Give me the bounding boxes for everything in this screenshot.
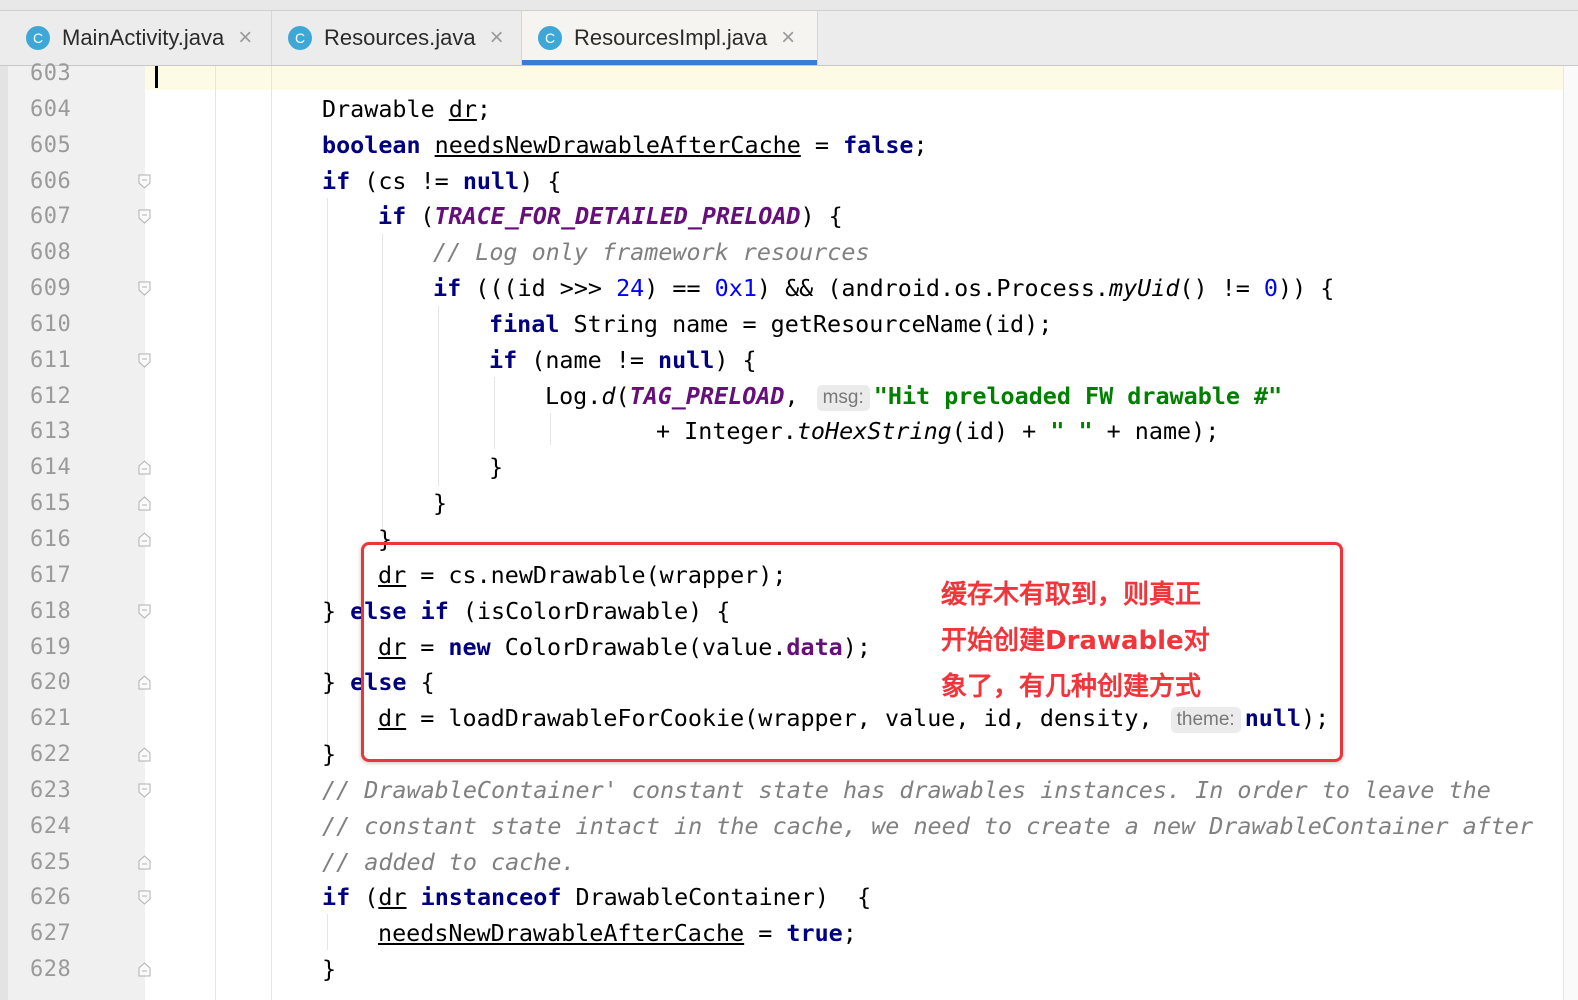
code-line: 605 boolean needsNewDrawableAfterCache =… (0, 128, 1563, 164)
line-number: 628 (30, 957, 72, 983)
line-number: 618 (30, 598, 72, 624)
fold-open-icon[interactable] (138, 890, 151, 906)
code-text: if (((id >>> 24) == 0x1) && (android.os.… (433, 274, 1335, 303)
fold-close-icon[interactable] (138, 854, 151, 870)
code-text: if (cs != null) { (322, 166, 562, 195)
line-number: 615 (30, 491, 72, 517)
line-number: 608 (30, 240, 72, 266)
code-comment: // constant state intact in the cache, w… (322, 811, 1534, 840)
code-line: 607 if (TRACE_FOR_DETAILED_PRELOAD) { (0, 199, 1563, 235)
line-number: 612 (30, 383, 72, 409)
fold-open-icon[interactable] (138, 281, 151, 296)
code-line: 623 // DrawableContainer' constant state… (0, 773, 1563, 809)
class-c-icon: C (288, 26, 312, 50)
line-number: 607 (30, 204, 72, 230)
window-top-strip (0, 0, 1578, 11)
line-number: 616 (30, 526, 72, 552)
code-line: 615 } (0, 486, 1563, 522)
code-comment: // Log only framework resources (433, 238, 870, 267)
line-number: 609 (30, 276, 72, 302)
code-text: if (dr instanceof DrawableContainer) { (322, 883, 872, 912)
line-number: 621 (30, 706, 72, 732)
line-number: 614 (30, 455, 72, 481)
fold-close-icon[interactable] (138, 962, 151, 977)
code-line: 608 // Log only framework resources (0, 235, 1563, 271)
fold-open-icon[interactable] (138, 353, 151, 368)
code-text: + Integer.toHexString(id) + " " + name); (656, 417, 1220, 446)
annotation-line: 象了，有几种创建方式 (941, 672, 1202, 702)
code-text: } (322, 955, 337, 984)
code-text: } (433, 489, 448, 518)
annotation-line: 开始创建Drawable对 (941, 626, 1210, 656)
fold-open-icon[interactable] (138, 604, 151, 619)
code-text: needsNewDrawableAfterCache = true; (378, 919, 857, 948)
line-number: 603 (30, 61, 72, 86)
code-text: final String name = getResourceName(id); (489, 309, 1053, 338)
fold-close-icon[interactable] (138, 675, 151, 690)
fold-open-icon[interactable] (138, 783, 151, 798)
line-number: 620 (30, 670, 72, 696)
code-line: 627 needsNewDrawableAfterCache = true; (0, 916, 1563, 952)
code-line: 603 (0, 56, 1563, 92)
code-text: Log.d(TAG_PRELOAD, msg: "Hit preloaded FW… (545, 381, 1283, 411)
tab-label: ResourcesImpl.java (574, 25, 768, 50)
line-number: 604 (30, 96, 72, 122)
code-comment: // DrawableContainer' constant state has… (322, 775, 1491, 804)
class-c-icon: C (538, 26, 562, 50)
code-line: 626 if (dr instanceof DrawableContainer)… (0, 880, 1563, 916)
code-text: if (TRACE_FOR_DETAILED_PRELOAD) { (378, 202, 843, 231)
code-line: 604 Drawable dr; (0, 92, 1563, 128)
code-text: boolean needsNewDrawableAfterCache = fal… (322, 130, 928, 159)
close-icon[interactable]: × (486, 24, 508, 52)
fold-close-icon[interactable] (138, 747, 151, 762)
line-number: 619 (30, 634, 72, 660)
tab-label: Resources.java (324, 25, 476, 50)
fold-open-icon[interactable] (138, 209, 151, 225)
line-number: 624 (30, 813, 72, 839)
code-text: Drawable dr; (322, 94, 492, 123)
close-icon[interactable]: × (777, 24, 799, 52)
line-number: 625 (30, 849, 72, 875)
close-icon[interactable]: × (234, 24, 256, 52)
fold-close-icon[interactable] (138, 460, 151, 475)
class-c-icon: C (26, 26, 50, 50)
fold-close-icon[interactable] (138, 496, 151, 511)
fold-open-icon[interactable] (138, 174, 151, 189)
code-line: 624 // constant state intact in the cach… (0, 809, 1563, 845)
code-comment: // added to cache. (322, 847, 576, 876)
line-number: 627 (30, 921, 72, 947)
annotation-line: 缓存木有取到，则真正 (941, 580, 1202, 610)
code-line: 606 if (cs != null) { (0, 164, 1563, 200)
line-number: 605 (30, 132, 72, 158)
line-number: 622 (30, 742, 72, 768)
line-number: 610 (30, 311, 72, 337)
code-line: 613 + Integer.toHexString(id) + " " + na… (0, 414, 1563, 450)
line-number: 626 (30, 885, 72, 911)
code-line: 614 } (0, 450, 1563, 486)
code-line: 609 if (((id >>> 24) == 0x1) && (android… (0, 271, 1563, 307)
fold-close-icon[interactable] (138, 532, 151, 547)
line-number: 623 (30, 777, 72, 803)
code-line: 625 // added to cache. (0, 845, 1563, 881)
vertical-scrollbar[interactable] (1563, 66, 1578, 1000)
line-number: 611 (30, 347, 72, 373)
code-line: 612 Log.d(TAG_PRELOAD, msg: "Hit preloade… (0, 379, 1563, 415)
code-line: 628 } (0, 952, 1563, 988)
parameter-hint: msg: (816, 384, 870, 411)
tab-label: MainActivity.java (62, 25, 225, 50)
code-text: if (name != null) { (489, 345, 757, 374)
annotation-note: 缓存木有取到，则真正 开始创建Drawable对 象了，有几种创建方式 (941, 572, 1241, 710)
code-editor[interactable]: 603 604 Drawable dr; 605 boolean needsNe… (0, 56, 1563, 988)
line-number: 613 (30, 419, 72, 445)
code-text: } (489, 453, 504, 482)
code-text: } (322, 740, 337, 769)
line-number: 617 (30, 562, 72, 588)
code-line: 611 if (name != null) { (0, 343, 1563, 379)
code-line: 610 final String name = getResourceName(… (0, 307, 1563, 343)
line-number: 606 (30, 168, 72, 194)
